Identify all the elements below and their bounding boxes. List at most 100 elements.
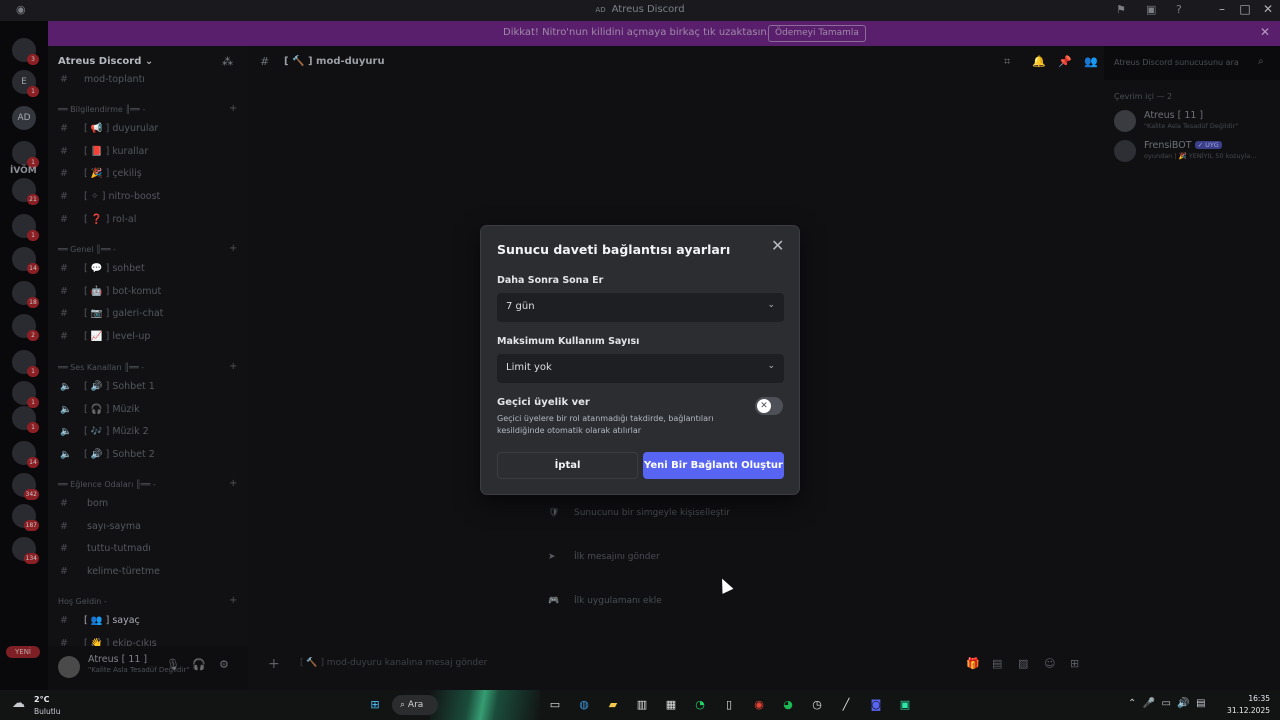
add-member-icon[interactable]: ⁂	[222, 55, 233, 68]
gift-icon[interactable]: 🎁	[966, 657, 980, 670]
channel-item[interactable]: # mod-toplantı	[60, 74, 145, 85]
channel-item[interactable]: # bom	[60, 498, 108, 509]
expire-select[interactable]: 7 gün ⌄	[497, 293, 784, 322]
create-link-button[interactable]: Yeni Bir Bağlantı Oluştur	[643, 452, 784, 479]
discord-icon[interactable]: ◙	[867, 696, 885, 714]
gif-icon[interactable]: ▤	[992, 657, 1002, 670]
chrome-icon[interactable]: ◉	[750, 696, 768, 714]
voice-channel-item[interactable]: 🔈 [ 🔊 ] Sohbet 2	[60, 449, 155, 460]
channel-category[interactable]: Hoş Geldin -	[58, 597, 107, 606]
channel-category[interactable]: ══ Bilgilendirme ║══ -	[58, 105, 145, 114]
max-uses-select[interactable]: Limit yok ⌄	[497, 354, 784, 383]
hash-icon: #	[60, 566, 68, 578]
notification-bell-icon[interactable]: 🔔	[1032, 55, 1046, 68]
pen-icon[interactable]: ╱	[837, 696, 855, 714]
sticker-icon[interactable]: ▨	[1018, 657, 1028, 670]
help-icon[interactable]: ?	[1176, 3, 1182, 16]
channel-item[interactable]: # [ 🤖 ] bot-komut	[60, 286, 161, 297]
usb-icon[interactable]: ▯	[720, 696, 738, 714]
cancel-button[interactable]: İptal	[497, 452, 638, 479]
onboarding-item[interactable]: 🎮 İlk uygulamanı ekle	[548, 596, 662, 606]
voice-channel-item[interactable]: 🔈 [ 🎶 ] Müzik 2	[60, 426, 149, 437]
voice-channel-item[interactable]: 🔈 [ 🔊 ] Sohbet 1	[60, 381, 155, 392]
file-explorer-icon[interactable]: ▰	[604, 696, 622, 714]
screen-share-icon[interactable]: ▣	[1146, 3, 1156, 16]
server-icon[interactable]: 1	[12, 350, 39, 377]
server-icon[interactable]: 2	[12, 314, 39, 341]
headphones-icon[interactable]: 🎧	[192, 658, 206, 671]
apps-icon[interactable]: ⊞	[1070, 657, 1079, 670]
channel-item[interactable]: # [ 📕 ] kurallar	[60, 146, 148, 157]
minimize-button[interactable]: –	[1212, 2, 1232, 16]
server-icon[interactable]: 342	[12, 473, 39, 500]
avatar[interactable]	[58, 656, 80, 678]
microphone-icon[interactable]: 🎙	[166, 658, 180, 671]
server-icon[interactable]: 18	[12, 281, 39, 308]
message-composer[interactable]: + [ 🔨 ] mod-duyuru kanalına mesaj gönder…	[260, 650, 1092, 678]
server-icon[interactable]: AD	[12, 106, 36, 130]
server-name-header[interactable]: Atreus Discord ⌄	[58, 56, 153, 67]
server-icon[interactable]: 1	[12, 214, 39, 241]
server-icon[interactable]: 187	[12, 504, 39, 531]
channel-item[interactable]: # sayı-sayma	[60, 521, 141, 532]
inbox-icon[interactable]: ⚑	[1116, 3, 1126, 16]
add-channel-icon[interactable]: +	[229, 361, 237, 372]
emoji-icon[interactable]: ☺	[1044, 657, 1055, 670]
channel-item[interactable]: # [ 📢 ] duyurular	[60, 123, 158, 134]
banner-close-icon[interactable]: ✕	[1260, 25, 1270, 39]
attach-plus-icon[interactable]: +	[268, 656, 280, 672]
channel-item[interactable]: # [ 👥 ] sayaç	[60, 615, 140, 626]
server-icon[interactable]: 14	[12, 441, 39, 468]
server-search-input[interactable]: Atreus Discord sunucusunu ara	[1108, 54, 1274, 72]
start-icon[interactable]: ⊞	[366, 696, 384, 714]
taskbar-search[interactable]: ⌕ Ara	[392, 695, 438, 715]
onboarding-item[interactable]: 🛡 Sunucunu bir simgeyle kişiselleştir	[548, 508, 730, 518]
voice-channel-item[interactable]: 🔈 [ 🎧 ] Müzik	[60, 404, 140, 415]
channel-category[interactable]: ══ Genel ║══ -	[58, 245, 116, 254]
channel-item[interactable]: # [ 🎉 ] çekiliş	[60, 168, 142, 179]
member-list-icon[interactable]: 👥	[1084, 55, 1098, 68]
clock-app-icon[interactable]: ◷	[808, 696, 826, 714]
close-window-button[interactable]: ✕	[1258, 2, 1278, 16]
system-tray[interactable]: ⌃ 🎤 ▭ 🔊 ▤	[1128, 698, 1206, 709]
add-channel-icon[interactable]: +	[229, 595, 237, 606]
server-icon[interactable]: 134	[12, 537, 39, 564]
channel-item[interactable]: # [ 📈 ] level-up	[60, 331, 150, 342]
whatsapp-icon[interactable]: ◔	[691, 696, 709, 714]
channel-prefix: [ 🤖 ]	[84, 285, 110, 297]
clock[interactable]: 16:35 31.12.2025	[1222, 693, 1270, 717]
epic-games-icon[interactable]: ▥	[633, 696, 651, 714]
channel-category[interactable]: ══ Eğlence Odaları ║══ -	[58, 480, 156, 489]
complete-payment-button[interactable]: Ödemeyi Tamamla	[768, 25, 866, 42]
close-icon[interactable]: ✕	[771, 236, 784, 255]
channel-category[interactable]: ══ Ses Kanalları ║══ -	[58, 363, 144, 372]
settings-gear-icon[interactable]: ⚙	[219, 658, 229, 671]
server-icon[interactable]: 1	[12, 406, 39, 433]
channel-item[interactable]: # [ ❓ ] rol-al	[60, 214, 136, 225]
add-channel-icon[interactable]: +	[229, 103, 237, 114]
message-input[interactable]: [ 🔨 ] mod-duyuru kanalına mesaj gönder	[300, 658, 487, 668]
task-view-icon[interactable]: ▭	[546, 696, 564, 714]
server-icon[interactable]: 21	[12, 178, 39, 205]
server-icon[interactable]: 1	[12, 141, 39, 168]
channel-item[interactable]: # [ 💬 ] sohbet	[60, 263, 145, 274]
threads-icon[interactable]: ⌗	[1004, 55, 1010, 69]
spotify-icon[interactable]: ◕	[779, 696, 797, 714]
channel-item[interactable]: # [ ✧ ] nitro-boost	[60, 191, 160, 202]
android-app-icon[interactable]: ▣	[896, 696, 914, 714]
channel-item[interactable]: # tuttu-tutmadı	[60, 543, 151, 554]
add-channel-icon[interactable]: +	[229, 243, 237, 254]
onboarding-item[interactable]: ➤ İlk mesajını gönder	[548, 552, 660, 562]
channel-item[interactable]: # [ 📷 ] galeri-chat	[60, 308, 163, 319]
edge-icon[interactable]: ◍	[575, 696, 593, 714]
temporary-membership-toggle[interactable]: ✕	[755, 397, 783, 415]
server-icon[interactable]: 14	[12, 247, 39, 274]
store-icon[interactable]: ▦	[662, 696, 680, 714]
channel-item[interactable]: # kelime-türetme	[60, 566, 160, 577]
pin-icon[interactable]: 📌	[1058, 55, 1072, 68]
server-icon[interactable]: E1	[12, 70, 39, 97]
server-icon[interactable]: 1	[12, 381, 39, 408]
server-icon[interactable]: 3	[12, 38, 39, 65]
maximize-button[interactable]: □	[1235, 2, 1255, 16]
add-channel-icon[interactable]: +	[229, 478, 237, 489]
